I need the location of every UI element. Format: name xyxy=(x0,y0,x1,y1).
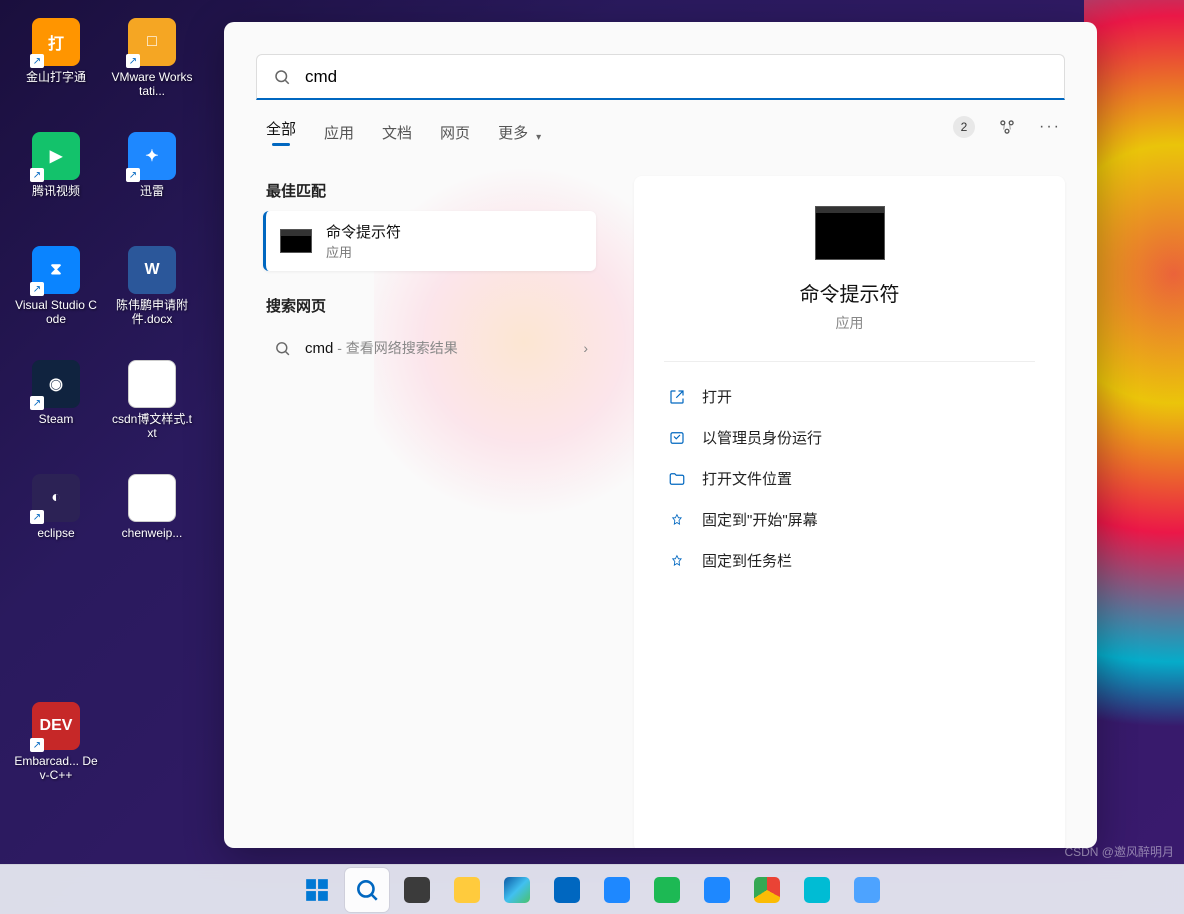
shield-admin-icon xyxy=(668,429,686,447)
filter-tab-more[interactable]: 更多 xyxy=(498,122,528,153)
more-options-icon[interactable]: ··· xyxy=(1039,118,1061,136)
web-search-result[interactable]: cmd - 查看网络搜索结果 › xyxy=(266,326,596,370)
search-panel: 全部 应用 文档 网页 更多 ▾ 2 ··· 最佳匹配 命令提示符 应用 搜索网… xyxy=(224,22,1097,848)
taskbar-app-l[interactable] xyxy=(595,868,639,912)
search-filter-tabs: 全部 应用 文档 网页 更多 ▾ 2 ··· xyxy=(224,100,1097,156)
divider xyxy=(664,361,1035,362)
desktop-icon-10[interactable]: DEV↗Embarcad... Dev-C++ xyxy=(10,696,102,804)
action-open[interactable]: 打开 xyxy=(664,376,1035,417)
search-results-list: 最佳匹配 命令提示符 应用 搜索网页 cmd - 查看网络搜索结果 › xyxy=(224,180,614,848)
desktop-icons-grid: 打↗金山打字通□↗VMware Workstati...▶↗腾讯视频✦↗迅雷⧗↗… xyxy=(0,8,208,808)
desktop-icon-2[interactable]: ▶↗腾讯视频 xyxy=(10,126,102,234)
desktop-icon-5[interactable]: W陈伟鹏申请附件.docx xyxy=(106,240,198,348)
result-preview-panel: 命令提示符 应用 打开 以管理员身份运行 打开文件位置 固定到"开 xyxy=(634,176,1065,848)
search-icon xyxy=(273,68,291,86)
best-match-sub: 应用 xyxy=(326,242,401,261)
folder-icon xyxy=(668,470,686,488)
search-input[interactable] xyxy=(305,67,1048,87)
desktop-icon-6[interactable]: ◉↗Steam xyxy=(10,354,102,462)
cmd-app-icon-large xyxy=(815,206,885,260)
watermark: CSDN @邀风醉明月 xyxy=(1064,843,1174,860)
filter-tab-all[interactable]: 全部 xyxy=(266,118,296,156)
desktop-icon-0[interactable]: 打↗金山打字通 xyxy=(10,12,102,120)
preview-app-title: 命令提示符 xyxy=(800,278,900,307)
desktop-icon-8[interactable]: ◐↗eclipse xyxy=(10,468,102,576)
filter-tab-apps[interactable]: 应用 xyxy=(324,122,354,153)
action-run-admin[interactable]: 以管理员身份运行 xyxy=(664,417,1035,458)
results-count-badge[interactable]: 2 xyxy=(953,116,975,138)
action-open-location[interactable]: 打开文件位置 xyxy=(664,458,1035,499)
action-pin-start-label: 固定到"开始"屏幕 xyxy=(702,509,818,530)
taskbar-edge[interactable] xyxy=(495,868,539,912)
desktop-icon-4[interactable]: ⧗↗Visual Studio Code xyxy=(10,240,102,348)
cmd-app-icon xyxy=(280,229,312,253)
taskbar-app-cyan[interactable] xyxy=(795,868,839,912)
taskbar xyxy=(0,864,1184,914)
taskbar-start[interactable] xyxy=(295,868,339,912)
filter-tab-docs[interactable]: 文档 xyxy=(382,122,412,153)
desktop-icon-3[interactable]: ✦↗迅雷 xyxy=(106,126,198,234)
action-pin-start[interactable]: 固定到"开始"屏幕 xyxy=(664,499,1035,540)
taskbar-app-bird[interactable] xyxy=(695,868,739,912)
settings-flow-icon[interactable] xyxy=(997,117,1017,137)
best-match-header: 最佳匹配 xyxy=(266,180,596,201)
web-query-hint: - 查看网络搜索结果 xyxy=(333,340,457,356)
taskbar-notepad[interactable] xyxy=(845,868,889,912)
preview-app-sub: 应用 xyxy=(836,313,864,333)
taskbar-explorer[interactable] xyxy=(445,868,489,912)
open-external-icon xyxy=(668,388,686,406)
best-match-title: 命令提示符 xyxy=(326,221,401,242)
action-pin-taskbar[interactable]: 固定到任务栏 xyxy=(664,540,1035,581)
action-pin-taskbar-label: 固定到任务栏 xyxy=(702,550,792,571)
best-match-item[interactable]: 命令提示符 应用 xyxy=(263,211,596,271)
filter-tab-web[interactable]: 网页 xyxy=(440,122,470,153)
taskbar-app-green[interactable] xyxy=(645,868,689,912)
taskbar-chrome[interactable] xyxy=(745,868,789,912)
desktop-icon-7[interactable]: csdn博文样式.txt xyxy=(106,354,198,462)
taskbar-search[interactable] xyxy=(345,868,389,912)
action-location-label: 打开文件位置 xyxy=(702,468,792,489)
desktop-icon-9[interactable]: chenweip... xyxy=(106,468,198,576)
web-search-header: 搜索网页 xyxy=(266,295,596,316)
search-bar[interactable] xyxy=(256,54,1065,100)
chevron-right-icon: › xyxy=(583,340,588,356)
taskbar-taskview[interactable] xyxy=(395,868,439,912)
action-admin-label: 以管理员身份运行 xyxy=(702,427,822,448)
web-query-text: cmd xyxy=(305,340,333,357)
chevron-down-icon: ▾ xyxy=(536,132,541,143)
desktop-icon-1[interactable]: □↗VMware Workstati... xyxy=(106,12,198,120)
taskbar-store[interactable] xyxy=(545,868,589,912)
pin-icon xyxy=(668,552,686,570)
search-icon xyxy=(274,340,291,357)
action-open-label: 打开 xyxy=(702,386,732,407)
pin-icon xyxy=(668,511,686,529)
